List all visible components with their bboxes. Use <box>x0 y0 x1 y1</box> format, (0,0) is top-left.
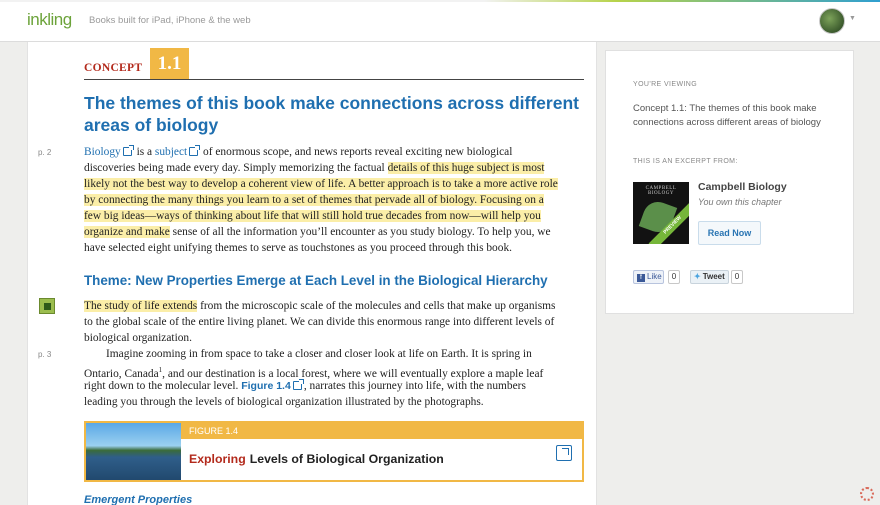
cover-title: CAMPBELL BIOLOGY <box>645 186 677 196</box>
paragraph-1-line-1: Biology is a subject of enormous scope, … <box>84 144 512 160</box>
note-icon[interactable] <box>39 298 55 314</box>
figure-thumbnail[interactable] <box>86 423 181 480</box>
biology-link[interactable]: Biology <box>84 146 121 158</box>
concept-number: 1.1 <box>150 48 189 79</box>
facebook-icon: f <box>637 274 645 282</box>
text-span: discoveries being made every day. Simply… <box>84 162 388 174</box>
figure-card[interactable]: FIGURE 1.4 Exploring Levels of Biological… <box>84 421 584 482</box>
paragraph-2-line-2: to the global scale of the entire living… <box>84 316 555 328</box>
tweet-button[interactable]: ✦ Tweet <box>690 270 729 284</box>
highlight[interactable]: likely not the best way to develop a coh… <box>84 178 558 190</box>
figure-link[interactable]: Figure 1.4 <box>241 380 291 392</box>
paragraph-1-line-3: likely not the best way to develop a coh… <box>84 176 558 192</box>
figure-label: FIGURE 1.4 <box>181 423 582 439</box>
paragraph-2-line-1: The study of life extends from the micro… <box>84 298 555 314</box>
paragraph-3-line-1: Imagine zooming in from space to take a … <box>106 348 532 360</box>
chevron-down-icon[interactable]: ▼ <box>849 15 856 22</box>
text-span: of enormous scope, and news reports reve… <box>200 146 513 158</box>
accent-stripe <box>0 0 880 2</box>
top-bar: inkling Books built for iPad, iPhone & t… <box>0 0 880 42</box>
exploring-label: Exploring <box>189 452 246 466</box>
highlight[interactable]: by connecting the many things you learn … <box>84 194 544 206</box>
external-link-icon[interactable] <box>122 145 134 156</box>
paragraph-1-line-6: organize and make sense of all the infor… <box>84 224 551 240</box>
tweet-count: 0 <box>731 270 743 284</box>
twitter-icon: ✦ <box>694 272 701 281</box>
paragraph-1-line-5: few big ideas—ways of thinking about lif… <box>84 208 541 224</box>
concept-header: CONCEPT 1.1 <box>84 48 584 80</box>
paragraph-3-line-3: right down to the molecular level. Figur… <box>84 378 526 394</box>
read-now-button[interactable]: Read Now <box>698 221 761 245</box>
tagline: Books built for iPad, iPhone & the web <box>89 15 251 26</box>
excerpt-sidebar: YOU'RE VIEWING Concept 1.1: The themes o… <box>605 50 854 314</box>
theme-heading: Theme: New Properties Emerge at Each Lev… <box>84 273 548 288</box>
external-link-icon[interactable] <box>292 379 304 390</box>
figure-title: Exploring Levels of Biological Organizati… <box>189 452 444 466</box>
highlight[interactable]: The study of life extends <box>84 300 198 312</box>
external-link-icon[interactable] <box>189 145 201 156</box>
inkling-logo[interactable]: inkling <box>27 10 72 30</box>
facebook-like-button[interactable]: f Like <box>633 270 664 284</box>
text-span: is a <box>133 146 155 158</box>
book-title[interactable]: Campbell Biology <box>698 181 787 193</box>
paragraph-3-line-4: leading you through the levels of biolog… <box>84 396 484 408</box>
like-count: 0 <box>668 270 680 284</box>
user-avatar[interactable] <box>819 8 845 34</box>
like-label: Like <box>647 272 662 281</box>
ownership-text: You own this chapter <box>698 197 782 207</box>
expand-icon[interactable] <box>556 445 572 461</box>
reading-page: CONCEPT 1.1 The themes of this book make… <box>27 42 597 505</box>
excerpt-label: THIS IS AN EXCERPT FROM: <box>633 158 738 165</box>
loading-spinner-icon <box>860 487 874 501</box>
tweet-label: Tweet <box>702 272 725 281</box>
concept-label: CONCEPT <box>84 62 143 74</box>
page-marker-3: p. 3 <box>38 350 52 359</box>
text-span: from the microscopic scale of the molecu… <box>197 300 556 312</box>
figure-title-text: Levels of Biological Organization <box>249 452 444 466</box>
paragraph-2-line-3: biological organization. <box>84 332 192 344</box>
paragraph-1-line-4: by connecting the many things you learn … <box>84 192 544 208</box>
text-span: right down to the molecular level. <box>84 380 242 392</box>
text-span: sense of all the information you’ll enco… <box>169 226 551 238</box>
text-span: , narrates this journey into life, with … <box>303 380 526 392</box>
paragraph-1-line-2: discoveries being made every day. Simply… <box>84 160 545 176</box>
paragraph-3-line-2: Ontario, Canada1, and our destination is… <box>84 362 543 380</box>
highlight[interactable]: details of this huge subject is most <box>387 162 545 174</box>
emergent-heading: Emergent Properties <box>84 494 193 505</box>
viewing-label: YOU'RE VIEWING <box>633 81 698 88</box>
viewing-text: Concept 1.1: The themes of this book mak… <box>633 103 821 128</box>
paragraph-1-line-7: have selected eight unifying themes to s… <box>84 242 512 254</box>
subject-link[interactable]: subject <box>155 146 187 158</box>
book-cover[interactable]: CAMPBELL BIOLOGY PREVIEW <box>633 182 689 244</box>
section-title-line-1: The themes of this book make connections… <box>84 93 579 113</box>
section-title-line-2: areas of biology <box>84 115 219 135</box>
page-marker-2: p. 2 <box>38 148 52 157</box>
section-title: The themes of this book make connections… <box>84 92 584 136</box>
highlight[interactable]: few big ideas—ways of thinking about lif… <box>84 210 541 222</box>
highlight[interactable]: organize and make <box>84 226 170 238</box>
